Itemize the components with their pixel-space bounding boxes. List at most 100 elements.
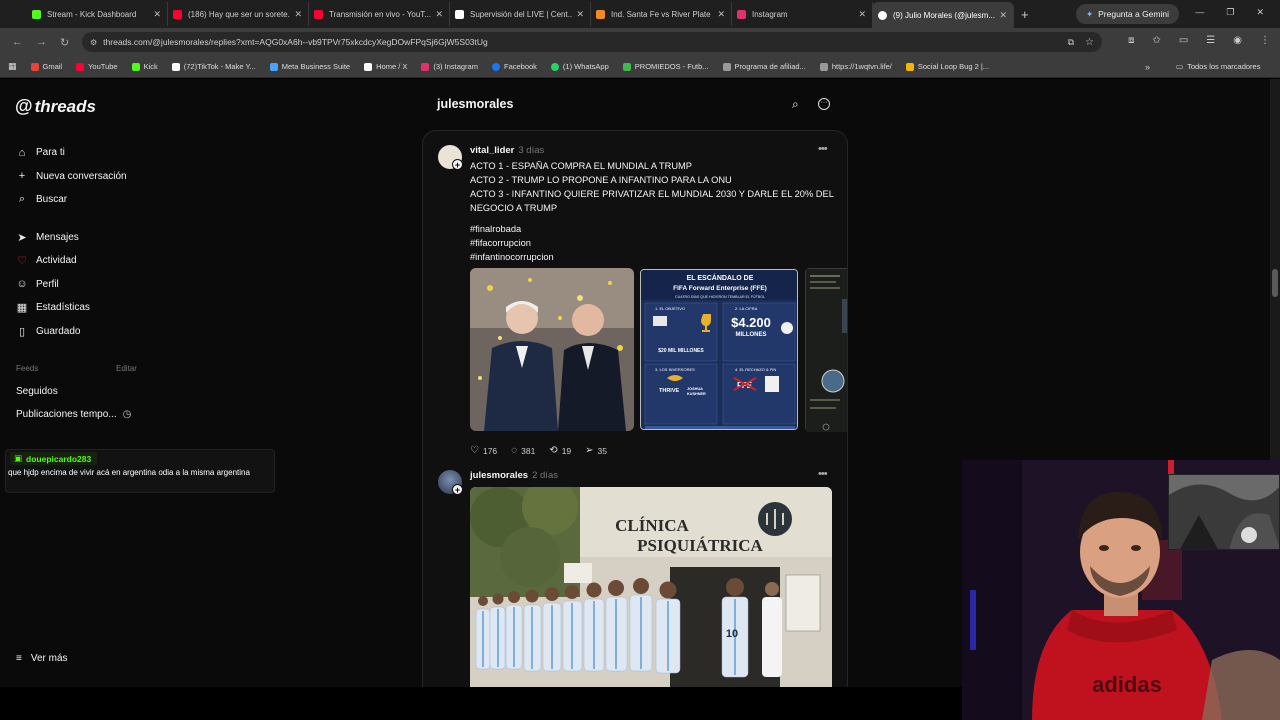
- follow-plus-icon[interactable]: +: [452, 159, 463, 170]
- bookmark-afiliados[interactable]: Programa de afiliad...: [722, 62, 806, 71]
- bookmark-gmail[interactable]: Gmail: [30, 62, 63, 71]
- profile-icon[interactable]: ◉: [1233, 35, 1242, 46]
- favorites-icon[interactable]: ✩: [1152, 35, 1160, 46]
- webcam-inset-scene: [1168, 474, 1280, 550]
- comment-button[interactable]: ◌ 381: [511, 445, 535, 456]
- close-tab-icon[interactable]: ✕: [153, 9, 161, 20]
- sidebar-item-perfil[interactable]: ☺ Perfil: [16, 273, 127, 297]
- bookmark-youtube[interactable]: YouTube: [76, 62, 118, 71]
- apps-icon[interactable]: ▦: [8, 61, 17, 72]
- browser-tab[interactable]: (186) Hay que ser un sorete... ✕: [167, 2, 309, 26]
- info-valuation: $20 MIL MILLONES: [658, 348, 704, 354]
- see-more-button[interactable]: ≡ Ver más: [16, 653, 68, 664]
- info-logo: FFE: [737, 381, 753, 390]
- new-tab-button[interactable]: +: [1021, 7, 1029, 22]
- more-options-icon[interactable]: ···: [818, 98, 830, 110]
- close-tab-icon[interactable]: ✕: [717, 9, 725, 20]
- sidebar-item-guardado[interactable]: ▯ Guardado: [16, 320, 127, 344]
- two-men-photo: [470, 268, 634, 431]
- bookmark-whatsapp[interactable]: (1) WhatsApp: [550, 62, 609, 71]
- gemini-button[interactable]: ✦ Pregunta a Gemini: [1076, 4, 1179, 24]
- folder-icon: ▭: [1176, 62, 1184, 71]
- feed-item-publicaciones[interactable]: Publicaciones tempo... ◷: [16, 409, 131, 420]
- document-thumbnail: [806, 269, 847, 432]
- bookmark-icon: ▯: [18, 325, 26, 338]
- bookmarks-overflow-icon[interactable]: »: [1145, 62, 1150, 72]
- all-bookmarks-button[interactable]: ▭ Todos los marcadores: [1176, 62, 1260, 71]
- sidebar-item-label: Actividad: [36, 255, 77, 267]
- reload-icon[interactable]: ↻: [60, 36, 72, 49]
- browser-tab-active[interactable]: (9) Julio Morales (@julesm... ✕: [872, 2, 1014, 28]
- browser-tab[interactable]: Supervisión del LIVE | Cent... ✕: [449, 2, 591, 26]
- post-image-third[interactable]: [805, 268, 847, 432]
- threads-logo-text: threads: [34, 96, 96, 116]
- search-icon[interactable]: ⌕: [792, 97, 799, 112]
- install-app-icon[interactable]: ⧉: [1068, 37, 1074, 48]
- sidebar-item-mensajes[interactable]: ➤ Mensajes: [16, 226, 127, 250]
- hamburger-icon: ≡: [16, 653, 22, 664]
- repost-count: 19: [561, 445, 572, 456]
- post-more-icon[interactable]: •••: [818, 143, 828, 155]
- threads-logo[interactable]: @ threads: [15, 96, 96, 117]
- post-image-clinic[interactable]: CLÍNICA PSIQUIÁTRICA 10: [470, 487, 832, 687]
- close-tab-icon[interactable]: ✕: [999, 10, 1007, 21]
- close-tab-icon[interactable]: ✕: [294, 9, 302, 20]
- hashtag-link[interactable]: #finalrobada: [470, 222, 554, 236]
- reading-list-icon[interactable]: ☰: [1206, 35, 1215, 46]
- close-tab-icon[interactable]: ✕: [435, 9, 443, 20]
- sidebar-item-estadisticas[interactable]: ▦ Estadísticas: [16, 296, 127, 320]
- close-tab-icon[interactable]: ✕: [576, 9, 584, 20]
- post-image-infographic[interactable]: EL ESCÁNDALO DE FIFA Forward Enterprise …: [640, 269, 798, 430]
- browser-tab[interactable]: Ind. Santa Fe vs River Plate ✕: [590, 2, 732, 26]
- post-author[interactable]: vital_lider 3 días: [470, 145, 544, 156]
- address-bar[interactable]: ⚙ threads.com/@julesmorales/replies?xmt=…: [82, 32, 1102, 52]
- info-s4: 4. EL RECHAZO & FIN: [735, 367, 776, 372]
- feed-item-seguidos[interactable]: Seguidos: [16, 386, 58, 397]
- bookmark-meta[interactable]: Meta Business Suite: [269, 62, 350, 71]
- bookmark-kick[interactable]: Kick: [131, 62, 158, 71]
- browser-tab[interactable]: Instagram ✕: [731, 2, 873, 26]
- post-more-icon[interactable]: •••: [818, 468, 828, 480]
- share-button[interactable]: ➢ 35: [585, 445, 607, 456]
- scrollbar-thumb[interactable]: [1272, 269, 1278, 297]
- browser-tab[interactable]: Transmisión en vivo - YouT... ✕: [308, 2, 450, 26]
- bookmark-tiktok[interactable]: (72)TikTok - Make Y...: [171, 62, 256, 71]
- hashtag-link[interactable]: #infantinocorrupcion: [470, 250, 554, 264]
- tiktok-icon: [455, 9, 464, 19]
- post-author[interactable]: julesmorales 2 días: [470, 470, 558, 481]
- extensions-icon[interactable]: ⧈: [1128, 35, 1134, 46]
- bookmark-star-icon[interactable]: ☆: [1085, 37, 1094, 48]
- cast-icon[interactable]: ▭: [1179, 35, 1188, 46]
- feeds-edit-link[interactable]: Editar: [116, 364, 137, 373]
- address-row: ← → ↻ ⚙ threads.com/@julesmorales/replie…: [0, 28, 1280, 56]
- repost-button[interactable]: ⟲ 19: [549, 445, 571, 456]
- bookmark-x[interactable]: Home / X: [364, 62, 407, 71]
- sidebar-item-para-ti[interactable]: ⌂ Para ti: [16, 141, 127, 165]
- bookmark-instagram[interactable]: (3) Instagram: [421, 62, 478, 71]
- sidebar-item-actividad[interactable]: ♡ Actividad: [16, 249, 127, 273]
- promiedos-icon: [622, 62, 631, 71]
- post-image-photo[interactable]: [470, 268, 634, 431]
- maximize-icon[interactable]: ❐: [1226, 7, 1234, 18]
- menu-icon[interactable]: ⋮: [1260, 35, 1270, 46]
- minimize-icon[interactable]: —: [1195, 7, 1204, 18]
- sidebar-item-buscar[interactable]: ⌕ Buscar: [16, 188, 127, 212]
- post-time: 2 días: [532, 470, 558, 481]
- bookmark-socialloop[interactable]: Social Loop Bug 2 |...: [905, 62, 989, 71]
- repost-icon: ⟲: [549, 445, 558, 456]
- forward-icon[interactable]: →: [36, 36, 48, 48]
- bookmark-label: Gmail: [42, 62, 63, 71]
- bookmark-facebook[interactable]: Facebook: [491, 62, 537, 71]
- close-tab-icon[interactable]: ✕: [858, 9, 866, 20]
- site-info-icon[interactable]: ⚙: [90, 38, 97, 47]
- browser-tab[interactable]: Stream - Kick Dashboard ✕: [26, 2, 168, 26]
- follow-plus-icon[interactable]: +: [452, 484, 463, 495]
- like-button[interactable]: ♡ 176: [470, 445, 497, 456]
- chat-username-badge: ▣ douepicardo283: [10, 452, 98, 465]
- bookmark-promiedos[interactable]: PROMIEDOS - Futb...: [622, 62, 709, 71]
- close-window-icon[interactable]: ✕: [1256, 7, 1264, 18]
- sidebar-item-nueva-conversacion[interactable]: + Nueva conversación: [16, 165, 127, 189]
- back-icon[interactable]: ←: [12, 36, 24, 48]
- bookmark-1wqtvn[interactable]: https://1wqtvn.life/: [819, 62, 892, 71]
- hashtag-link[interactable]: #fifacorrupcion: [470, 236, 554, 250]
